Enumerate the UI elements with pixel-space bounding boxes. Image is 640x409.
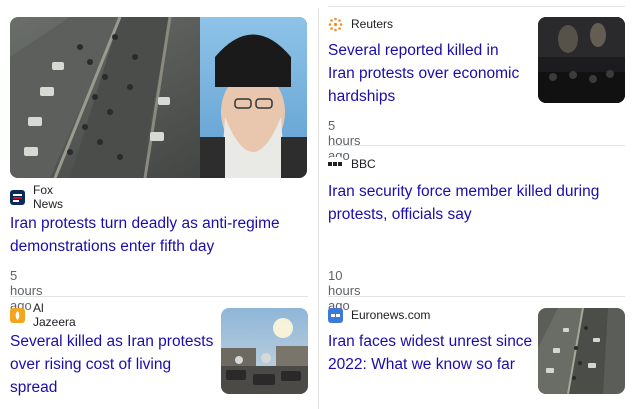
bbc-logo [328, 156, 343, 172]
headline-link[interactable]: Iran protests turn deadly as anti-regime… [10, 212, 308, 258]
headline-link[interactable]: Several killed as Iran protests over ris… [10, 330, 215, 399]
al-jazeera-logo [10, 307, 25, 323]
column-divider [318, 8, 319, 409]
reuters-logo [328, 16, 343, 32]
source-name: Euronews.com [351, 308, 431, 322]
source-name: Fox News [33, 183, 64, 211]
source-label: Al Jazeera [10, 301, 76, 329]
street-protest-cars-photo[interactable] [221, 308, 308, 394]
source-label: Reuters [328, 16, 393, 32]
source-label: Fox News [10, 183, 63, 211]
source-name: BBC [351, 157, 376, 171]
source-name: Al Jazeera [33, 301, 76, 329]
headline-link[interactable]: Iran faces widest unrest since 2022: Wha… [328, 330, 533, 376]
source-label: Euronews.com [328, 307, 430, 323]
source-name: Reuters [351, 17, 394, 31]
night-street-protest-photo[interactable] [538, 17, 625, 103]
row-divider [328, 145, 625, 146]
source-label: BBC [328, 156, 376, 172]
headline-link[interactable]: Several reported killed in Iran protests… [328, 39, 528, 108]
protest-crowd-and-cleric-photo[interactable] [10, 17, 307, 178]
row-divider [10, 296, 308, 297]
top-divider [328, 6, 625, 7]
headline-link[interactable]: Iran security force member killed during… [328, 180, 618, 226]
euronews-logo [328, 307, 343, 323]
fox-news-logo [10, 189, 25, 205]
row-divider [328, 296, 625, 297]
crowded-highway-aerial-photo[interactable] [538, 308, 625, 394]
